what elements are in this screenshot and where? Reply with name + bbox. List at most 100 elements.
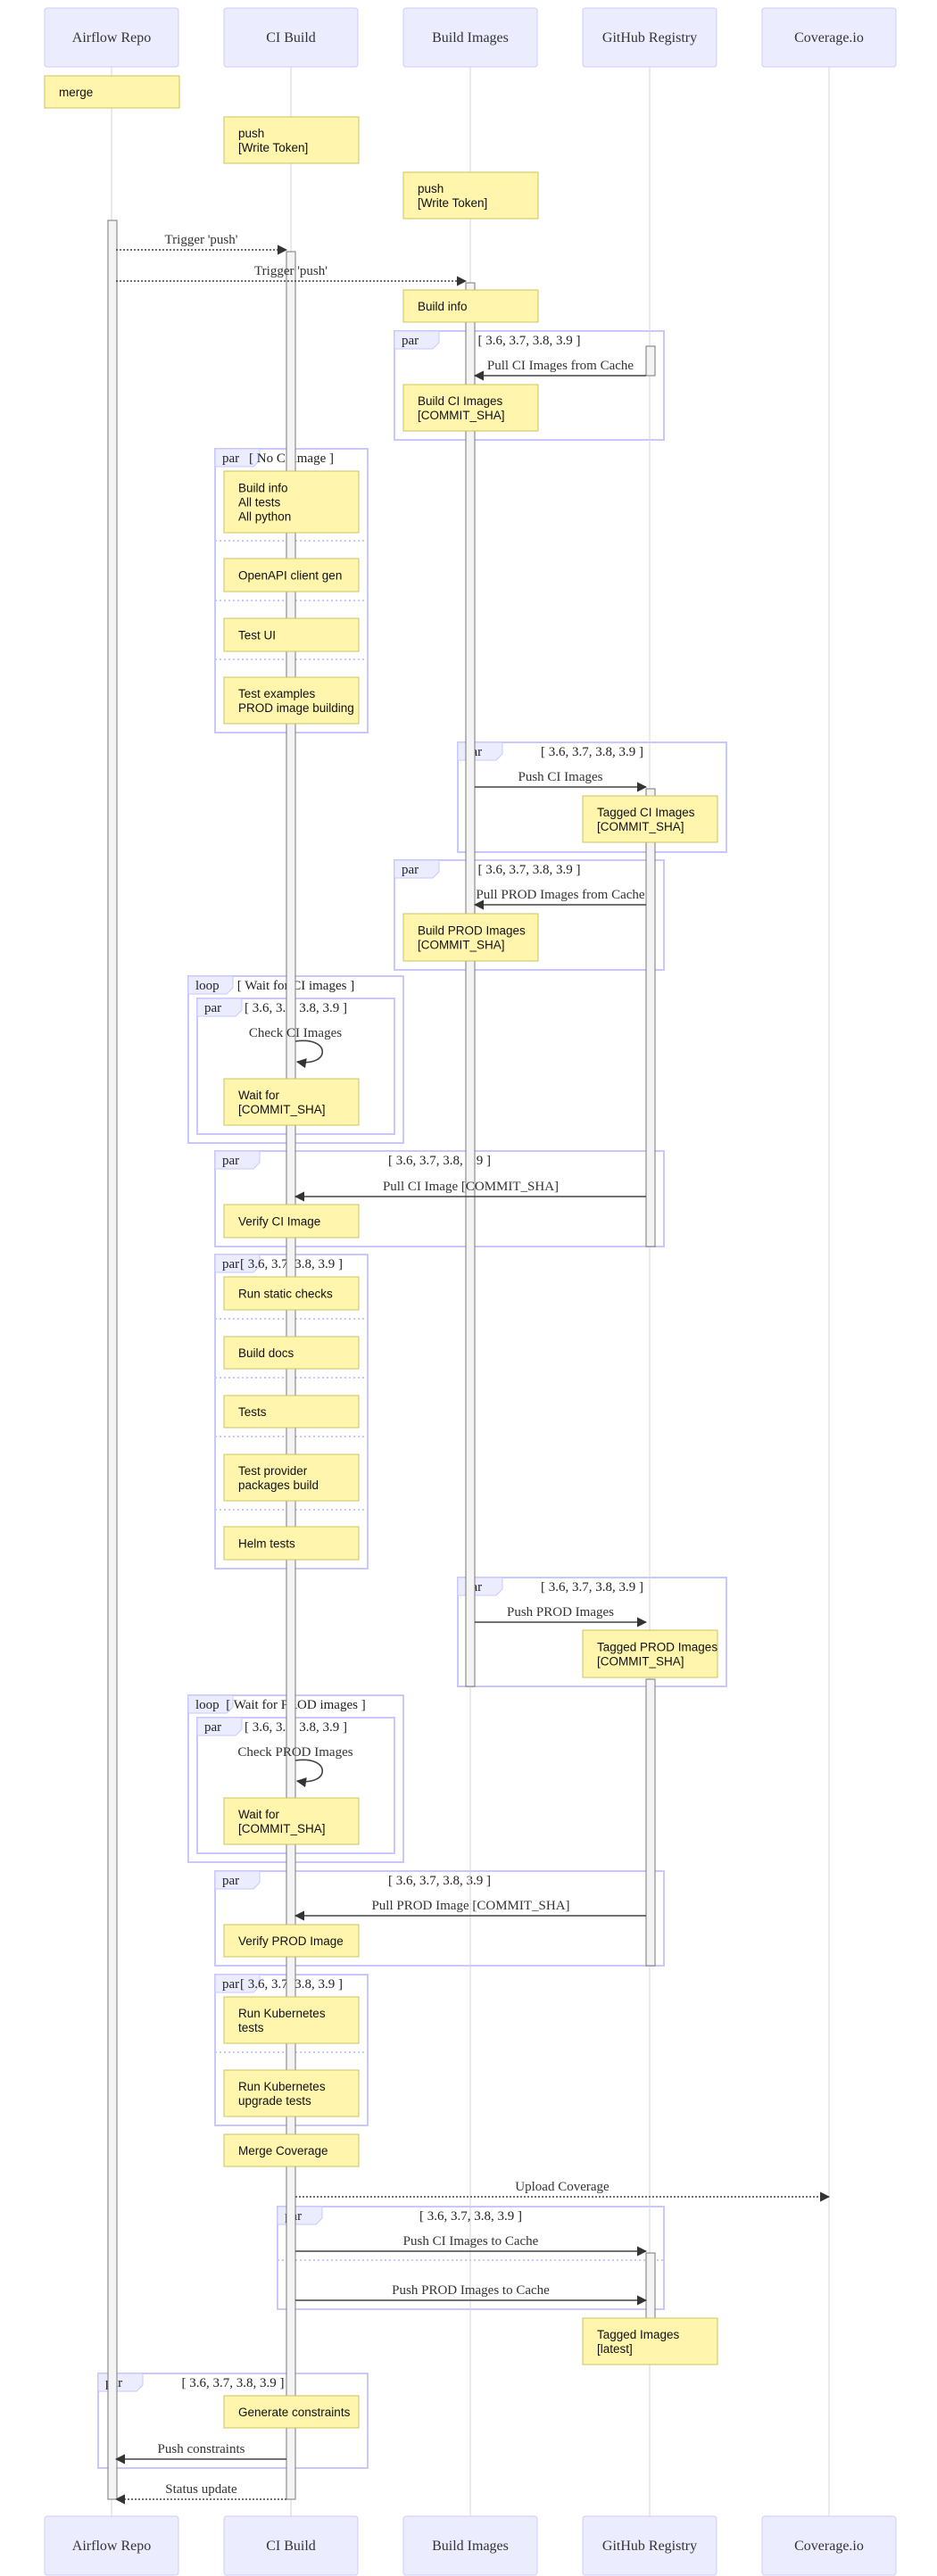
actor-label: Airflow Repo (72, 30, 151, 46)
actor-bottom[interactable]: Airflow Repo (44, 2515, 179, 2576)
note-box (223, 676, 360, 725)
frame-type: par (204, 1001, 221, 1015)
note-box (402, 384, 539, 432)
note-line: push (238, 127, 264, 140)
note-line: Build info (418, 300, 468, 313)
actor-top[interactable]: Coverage.io (761, 7, 897, 68)
note-line: [COMMIT_SHA] (238, 1822, 326, 1835)
note: Build info All tests All python (223, 470, 360, 534)
message-label: Trigger 'push' (165, 233, 238, 247)
frame-condition: [ 3.6, 3.7, 3.8, 3.9 ] (541, 1580, 643, 1594)
note-text: Tagged CI Images [COMMIT_SHA] (597, 806, 695, 833)
message-label: Push PROD Images (507, 1605, 614, 1619)
note-line: Helm tests (238, 1537, 295, 1551)
note-line: Tagged Images (597, 2328, 680, 2341)
note-text: Verify PROD Image (238, 1934, 344, 1948)
note: Build info (402, 289, 539, 323)
note-box (223, 1797, 360, 1845)
message: Push constraints (114, 2442, 286, 2464)
message: Status update (114, 2482, 286, 2505)
frame-type: par (402, 863, 419, 877)
note-line: Test UI (238, 629, 276, 642)
message: Push CI Images (475, 770, 648, 792)
note-line: [COMMIT_SHA] (597, 820, 684, 833)
message-label: Trigger 'push' (254, 264, 328, 278)
note-line: Tagged CI Images (597, 806, 695, 819)
note-line: [COMMIT_SHA] (418, 939, 505, 952)
actor-label: Airflow Repo (72, 2539, 151, 2554)
actor-label: GitHub Registry (602, 30, 697, 46)
note-line: Verify CI Image (238, 1215, 320, 1229)
note-text: Test UI (238, 629, 276, 642)
note-box (582, 2317, 718, 2365)
actor-top[interactable]: GitHub Registry (582, 7, 717, 68)
note-text: merge (59, 86, 93, 99)
message-label: Pull CI Image [COMMIT_SHA] (383, 1180, 559, 1194)
note: Tests (223, 1395, 360, 1429)
note: push [Write Token] (402, 171, 539, 219)
note: Test provider packages build (223, 1454, 360, 1502)
note-line: upgrade tests (238, 2094, 311, 2108)
note-box (582, 795, 718, 843)
frame-type: par (222, 1257, 239, 1271)
note: OpenAPI client gen (223, 558, 360, 592)
actor-label: Coverage.io (794, 30, 864, 46)
note: Verify PROD Image (223, 1924, 360, 1958)
note-line: Run Kubernetes (238, 2080, 326, 2093)
message-label: Check CI Images (249, 1026, 342, 1040)
frame-type: par (222, 1874, 239, 1888)
message: Trigger 'push' (116, 233, 288, 255)
note-line: Build CI Images (418, 394, 503, 408)
frame-condition: [ 3.6, 3.7, 3.8, 3.9 ] (478, 863, 581, 877)
self-message-arrow (294, 1040, 323, 1069)
note: Tagged CI Images [COMMIT_SHA] (582, 795, 718, 843)
note-line: Verify PROD Image (238, 1934, 344, 1948)
message-label: Push constraints (158, 2442, 245, 2456)
message: Push PROD Images (475, 1605, 648, 1628)
message-label: Push CI Images (518, 770, 603, 784)
note-line: Wait for (238, 1089, 280, 1102)
activation-bar (645, 345, 656, 377)
note-line: [Write Token] (418, 196, 487, 210)
note-box (402, 171, 539, 219)
actor-top[interactable]: Airflow Repo (44, 7, 179, 68)
message-label: Pull CI Images from Cache (487, 359, 634, 373)
actor-bottom[interactable]: GitHub Registry (582, 2515, 717, 2576)
note: Build docs (223, 1336, 360, 1370)
note-box (223, 2069, 360, 2117)
actor-bottom[interactable]: Coverage.io (761, 2515, 897, 2576)
actor-bottom[interactable]: Build Images (402, 2515, 538, 2576)
frame-type: loop (195, 1698, 220, 1712)
note-box (582, 1629, 718, 1678)
frame-condition: [ 3.6, 3.7, 3.8, 3.9 ] (478, 334, 581, 348)
note: Tagged PROD Images [COMMIT_SHA] (582, 1629, 718, 1678)
frame-type: par (222, 451, 239, 466)
note-line: PROD image building (238, 701, 354, 715)
message-label: Pull PROD Image [COMMIT_SHA] (371, 1899, 569, 1913)
frame-type: par (222, 1154, 239, 1168)
note: Tagged Images [latest] (582, 2317, 718, 2365)
note-line: [latest] (597, 2342, 633, 2356)
actor-label: Build Images (432, 30, 509, 46)
note-text: Merge Coverage (238, 2144, 328, 2158)
actor-top[interactable]: CI Build (223, 7, 359, 68)
note-line: [Write Token] (238, 141, 308, 154)
note-line: All tests (238, 496, 281, 509)
note: Wait for [COMMIT_SHA] (223, 1797, 360, 1845)
note-line: tests (238, 2021, 264, 2034)
note: Generate constraints (223, 2395, 360, 2429)
note-text: Build CI Images [COMMIT_SHA] (418, 394, 505, 422)
note-box (223, 116, 360, 164)
actor-label: Build Images (432, 2539, 509, 2554)
note: Merge Coverage (223, 2133, 360, 2167)
note-text: Build docs (238, 1346, 294, 1360)
actor-bottom[interactable]: CI Build (223, 2515, 359, 2576)
frame-type: loop (195, 979, 220, 993)
note-line: Run static checks (238, 1288, 333, 1301)
frame-condition: [ 3.6, 3.7, 3.8, 3.9 ] (388, 1154, 491, 1168)
actor-top[interactable]: Build Images (402, 7, 538, 68)
note: Verify CI Image (223, 1204, 360, 1238)
frame-condition: [ 3.6, 3.7, 3.8, 3.9 ] (182, 2376, 285, 2390)
message: Pull CI Images from Cache (473, 359, 646, 381)
note-line: [COMMIT_SHA] (418, 409, 505, 422)
